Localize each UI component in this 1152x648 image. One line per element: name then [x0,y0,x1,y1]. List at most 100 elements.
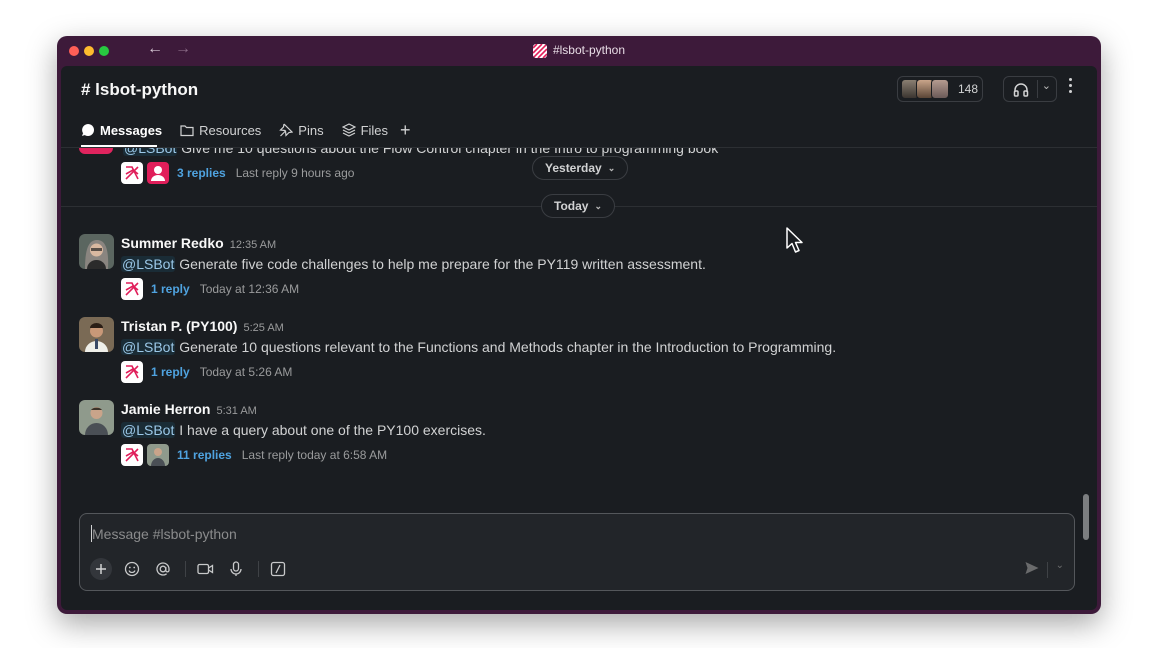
tab-pins[interactable]: Pins [279,119,324,141]
thread-summary[interactable]: 11 replies Last reply today at 6:58 AM [121,444,387,466]
send-divider [1047,562,1048,578]
lsbot-avatar [121,444,143,466]
mention[interactable]: @LSBot [121,422,176,438]
mouse-cursor-icon [786,227,803,253]
emoji-button[interactable] [121,558,143,580]
tab-label: Messages [100,122,163,138]
timestamp[interactable]: 5:25 AM [243,322,283,334]
date-label: Today [554,199,589,213]
channel-header: # lsbot-python 148 ⌄ [61,66,1097,114]
avatar[interactable] [79,400,114,435]
date-divider-yesterday[interactable]: Yesterday ⌄ [532,156,629,180]
send-button[interactable] [1024,560,1040,581]
thread-summary[interactable]: 1 reply Today at 5:26 AM [121,361,292,383]
huddle-button[interactable]: ⌄ [1003,76,1057,102]
scrollbar-thumb[interactable] [1083,494,1089,540]
mention[interactable]: @LSBot [123,148,178,156]
chevron-down-icon[interactable]: ⌄ [1042,79,1051,92]
avatar [147,444,169,466]
replies-link[interactable]: 1 reply [151,282,190,296]
layers-icon [341,123,356,137]
chevron-down-icon: ⌄ [594,200,602,211]
last-reply: Last reply today at 6:58 AM [241,448,388,462]
message-text: @LSBot Give me 10 questions about the Fl… [123,148,718,156]
author-name[interactable]: Tristan P. (PY100) [121,318,237,334]
message-item[interactable]: Jamie Herron 5:31 AM @LSBot I have a quer… [79,400,1077,480]
last-reply: Today at 5:26 AM [199,365,293,379]
tab-resources[interactable]: Resources [180,119,261,141]
chevron-down-icon: ⌄ [607,162,616,173]
message-item[interactable]: Tristan P. (PY100) 5:25 AM @LSBot Generat… [79,317,1077,397]
replies-link[interactable]: 1 reply [151,365,190,379]
message-text: @LSBot Generate five code challenges to … [121,256,706,272]
title-bar: ← → #lsbot-python [57,36,1101,66]
message-text: @LSBot I have a query about one of the P… [121,422,486,438]
mention[interactable]: @LSBot [121,339,176,355]
microphone-icon [230,561,242,576]
message-input[interactable] [90,522,994,546]
message-body: Give me 10 questions about the Flow Cont… [181,148,719,156]
app-window: ← → #lsbot-python # lsbot-python 148 ⌄ M… [57,36,1101,614]
thread-summary[interactable]: 1 reply Today at 12:36 AM [121,278,299,300]
lsbot-avatar [121,361,143,383]
lsbot-avatar [121,278,143,300]
tab-files[interactable]: Files [341,119,389,141]
plus-icon [96,564,106,574]
author-name[interactable]: Summer Redko [121,235,224,251]
workspace-icon [532,43,547,58]
tab-label: Resources [199,122,262,138]
members-button[interactable]: 148 [897,76,983,102]
message-composer[interactable]: ⌄ [79,513,1075,591]
composer-toolbar [90,558,298,580]
message-header: Tristan P. (PY100) 5:25 AM [121,318,284,334]
message-item[interactable]: Summer Redko 12:35 AM @LSBot Generate fiv… [79,234,1077,314]
thread-summary[interactable]: 3 replies Last reply 9 hours ago [121,162,354,184]
last-reply: Today at 12:36 AM [199,282,300,296]
avatar [79,148,113,154]
avatar[interactable] [79,317,114,352]
message-body: Generate 10 questions relevant to the Fu… [179,339,837,355]
member-count: 148 [958,82,979,96]
tab-label: Files [360,122,389,138]
folder-icon [180,124,194,136]
message-header: Summer Redko 12:35 AM [121,235,276,251]
tab-messages[interactable]: Messages [81,119,162,141]
pin-icon [279,123,294,137]
toolbar-divider [258,561,259,577]
mention[interactable]: @LSBot [121,256,176,272]
channel-name[interactable]: # lsbot-python [81,80,198,100]
avatar[interactable] [79,234,114,269]
send-icon [1025,562,1039,574]
message-header: Jamie Herron 5:31 AM [121,401,257,417]
text-cursor [91,525,92,542]
audio-clip-button[interactable] [225,558,247,580]
emoji-icon [124,561,140,577]
replies-link[interactable]: 11 replies [177,448,232,462]
message-body: I have a query about one of the PY100 ex… [179,422,486,438]
message-body: Generate five code challenges to help me… [179,256,706,272]
timestamp[interactable]: 5:31 AM [216,405,256,417]
replies-link[interactable]: 3 replies [177,166,226,180]
window-title-area: #lsbot-python [57,43,1101,58]
channel-view: # lsbot-python 148 ⌄ Messages Resources … [61,66,1097,610]
last-reply: Last reply 9 hours ago [235,166,355,180]
schedule-send-chevron-icon[interactable]: ⌄ [1056,560,1064,571]
tab-label: Pins [298,122,324,138]
mention-button[interactable] [152,558,174,580]
author-name[interactable]: Jamie Herron [121,401,210,417]
window-title: #lsbot-python [552,43,626,57]
headphones-icon [1013,83,1029,97]
shortcuts-button[interactable] [267,558,289,580]
date-label: Yesterday [545,161,602,175]
message-bubble-icon [82,123,95,136]
video-clip-button[interactable] [194,558,216,580]
message-text: @LSBot Generate 10 questions relevant to… [121,339,836,355]
avatar [147,162,169,184]
timestamp[interactable]: 12:35 AM [230,239,276,251]
message-list[interactable]: @LSBot Give me 10 questions about the Fl… [61,148,1097,528]
more-options-icon[interactable] [1069,78,1073,96]
add-tab-button[interactable]: + [400,119,411,141]
add-attachment-button[interactable] [90,558,112,580]
date-divider-today[interactable]: Today ⌄ [541,194,615,218]
lsbot-avatar [121,162,143,184]
